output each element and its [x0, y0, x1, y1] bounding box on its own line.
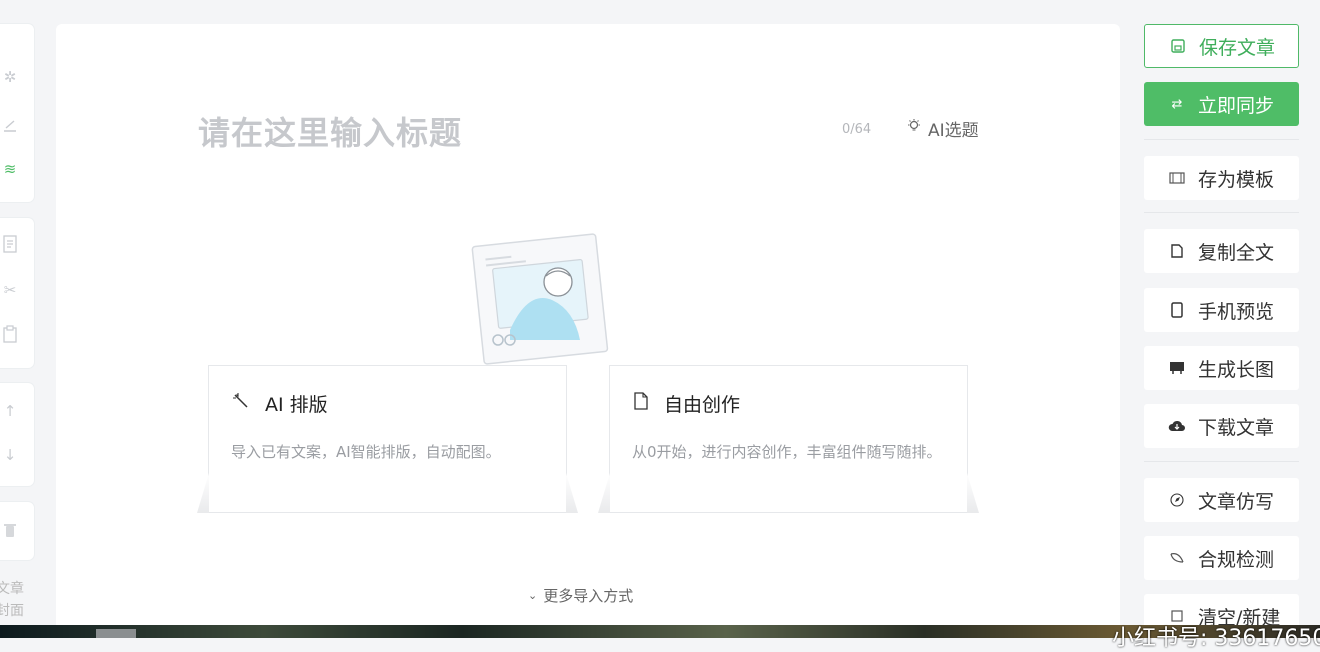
trash-icon[interactable]: [0, 520, 20, 540]
compliance-check-button[interactable]: 合规检测: [1144, 536, 1299, 580]
leaf-icon: [1168, 551, 1186, 565]
rail-group-move: ↑ ↓: [0, 383, 34, 486]
phone-icon: [1168, 302, 1186, 318]
paste-icon[interactable]: [0, 324, 20, 344]
save-template-button[interactable]: 存为模板: [1144, 156, 1299, 200]
title-input[interactable]: 请在这里输入标题: [198, 108, 462, 154]
rail-group-edit: ✂: [0, 218, 34, 368]
title-char-counter: 0/64: [842, 122, 872, 137]
download-article-button[interactable]: 下载文章: [1144, 404, 1299, 448]
rail-group-delete: [0, 502, 34, 560]
ai-layout-card[interactable]: AI 排版 导入已有文案，AI智能排版，自动配图。: [208, 365, 567, 513]
copy-icon: [1168, 243, 1186, 259]
editor-canvas: 请在这里输入标题 0/64 AI选题 AI 排版 导入已有文案，AI智能排版，自…: [56, 24, 1120, 638]
arrow-up-icon[interactable]: ↑: [0, 401, 20, 421]
brush-icon[interactable]: [0, 116, 20, 136]
article-imitate-button[interactable]: 文章仿写: [1144, 478, 1299, 522]
cover-label[interactable]: 文章封面: [0, 578, 26, 622]
cloud-download-icon: [1168, 419, 1186, 433]
save-icon: [1169, 38, 1187, 54]
free-create-card[interactable]: 自由创作 从0开始，进行内容创作，丰富组件随写随排。: [609, 365, 968, 513]
copy-all-button[interactable]: 复制全文: [1144, 229, 1299, 273]
sidebar-divider: [1144, 461, 1299, 462]
mobile-preview-button[interactable]: 手机预览: [1144, 288, 1299, 332]
rail-group-ai: ✲ ≋: [0, 24, 34, 202]
ai-layout-title: AI 排版: [231, 390, 328, 417]
free-create-desc: 从0开始，进行内容创作，丰富组件随写随排。: [632, 443, 942, 461]
lightbulb-icon: [906, 118, 922, 139]
long-image-button[interactable]: 生成长图: [1144, 346, 1299, 390]
scissors-icon[interactable]: ✂: [0, 280, 20, 300]
ai-layout-desc: 导入已有文案，AI智能排版，自动配图。: [231, 443, 501, 461]
chevron-down-icon: ⌄: [528, 589, 538, 602]
watermark-text: 小红书号: 33617650: [1112, 626, 1320, 651]
sidebar-divider: [1144, 139, 1299, 140]
file-icon[interactable]: [0, 234, 20, 254]
waves-icon[interactable]: ≋: [0, 159, 20, 179]
compass-icon: [1168, 493, 1186, 507]
magic-wand-icon: [231, 391, 251, 416]
arrow-down-icon[interactable]: ↓: [0, 445, 20, 465]
sidebar-divider: [1144, 212, 1299, 213]
ai-topic-label: AI选题: [928, 121, 979, 141]
overlay-chip: [96, 629, 136, 638]
save-article-button[interactable]: 保存文章: [1144, 24, 1299, 68]
empty-state-illustration: [470, 230, 620, 370]
film-icon: [1168, 171, 1186, 185]
free-create-title: 自由创作: [632, 390, 740, 417]
more-import-link[interactable]: ⌄ 更多导入方式: [528, 585, 633, 606]
image-icon: [1168, 361, 1186, 375]
sparkle-icon[interactable]: ✲: [0, 67, 20, 87]
ai-topic-button[interactable]: AI选题: [906, 116, 979, 141]
sync-now-button[interactable]: ⇄ 立即同步: [1144, 82, 1299, 126]
sync-icon: ⇄: [1171, 96, 1183, 112]
document-icon: [632, 391, 650, 416]
